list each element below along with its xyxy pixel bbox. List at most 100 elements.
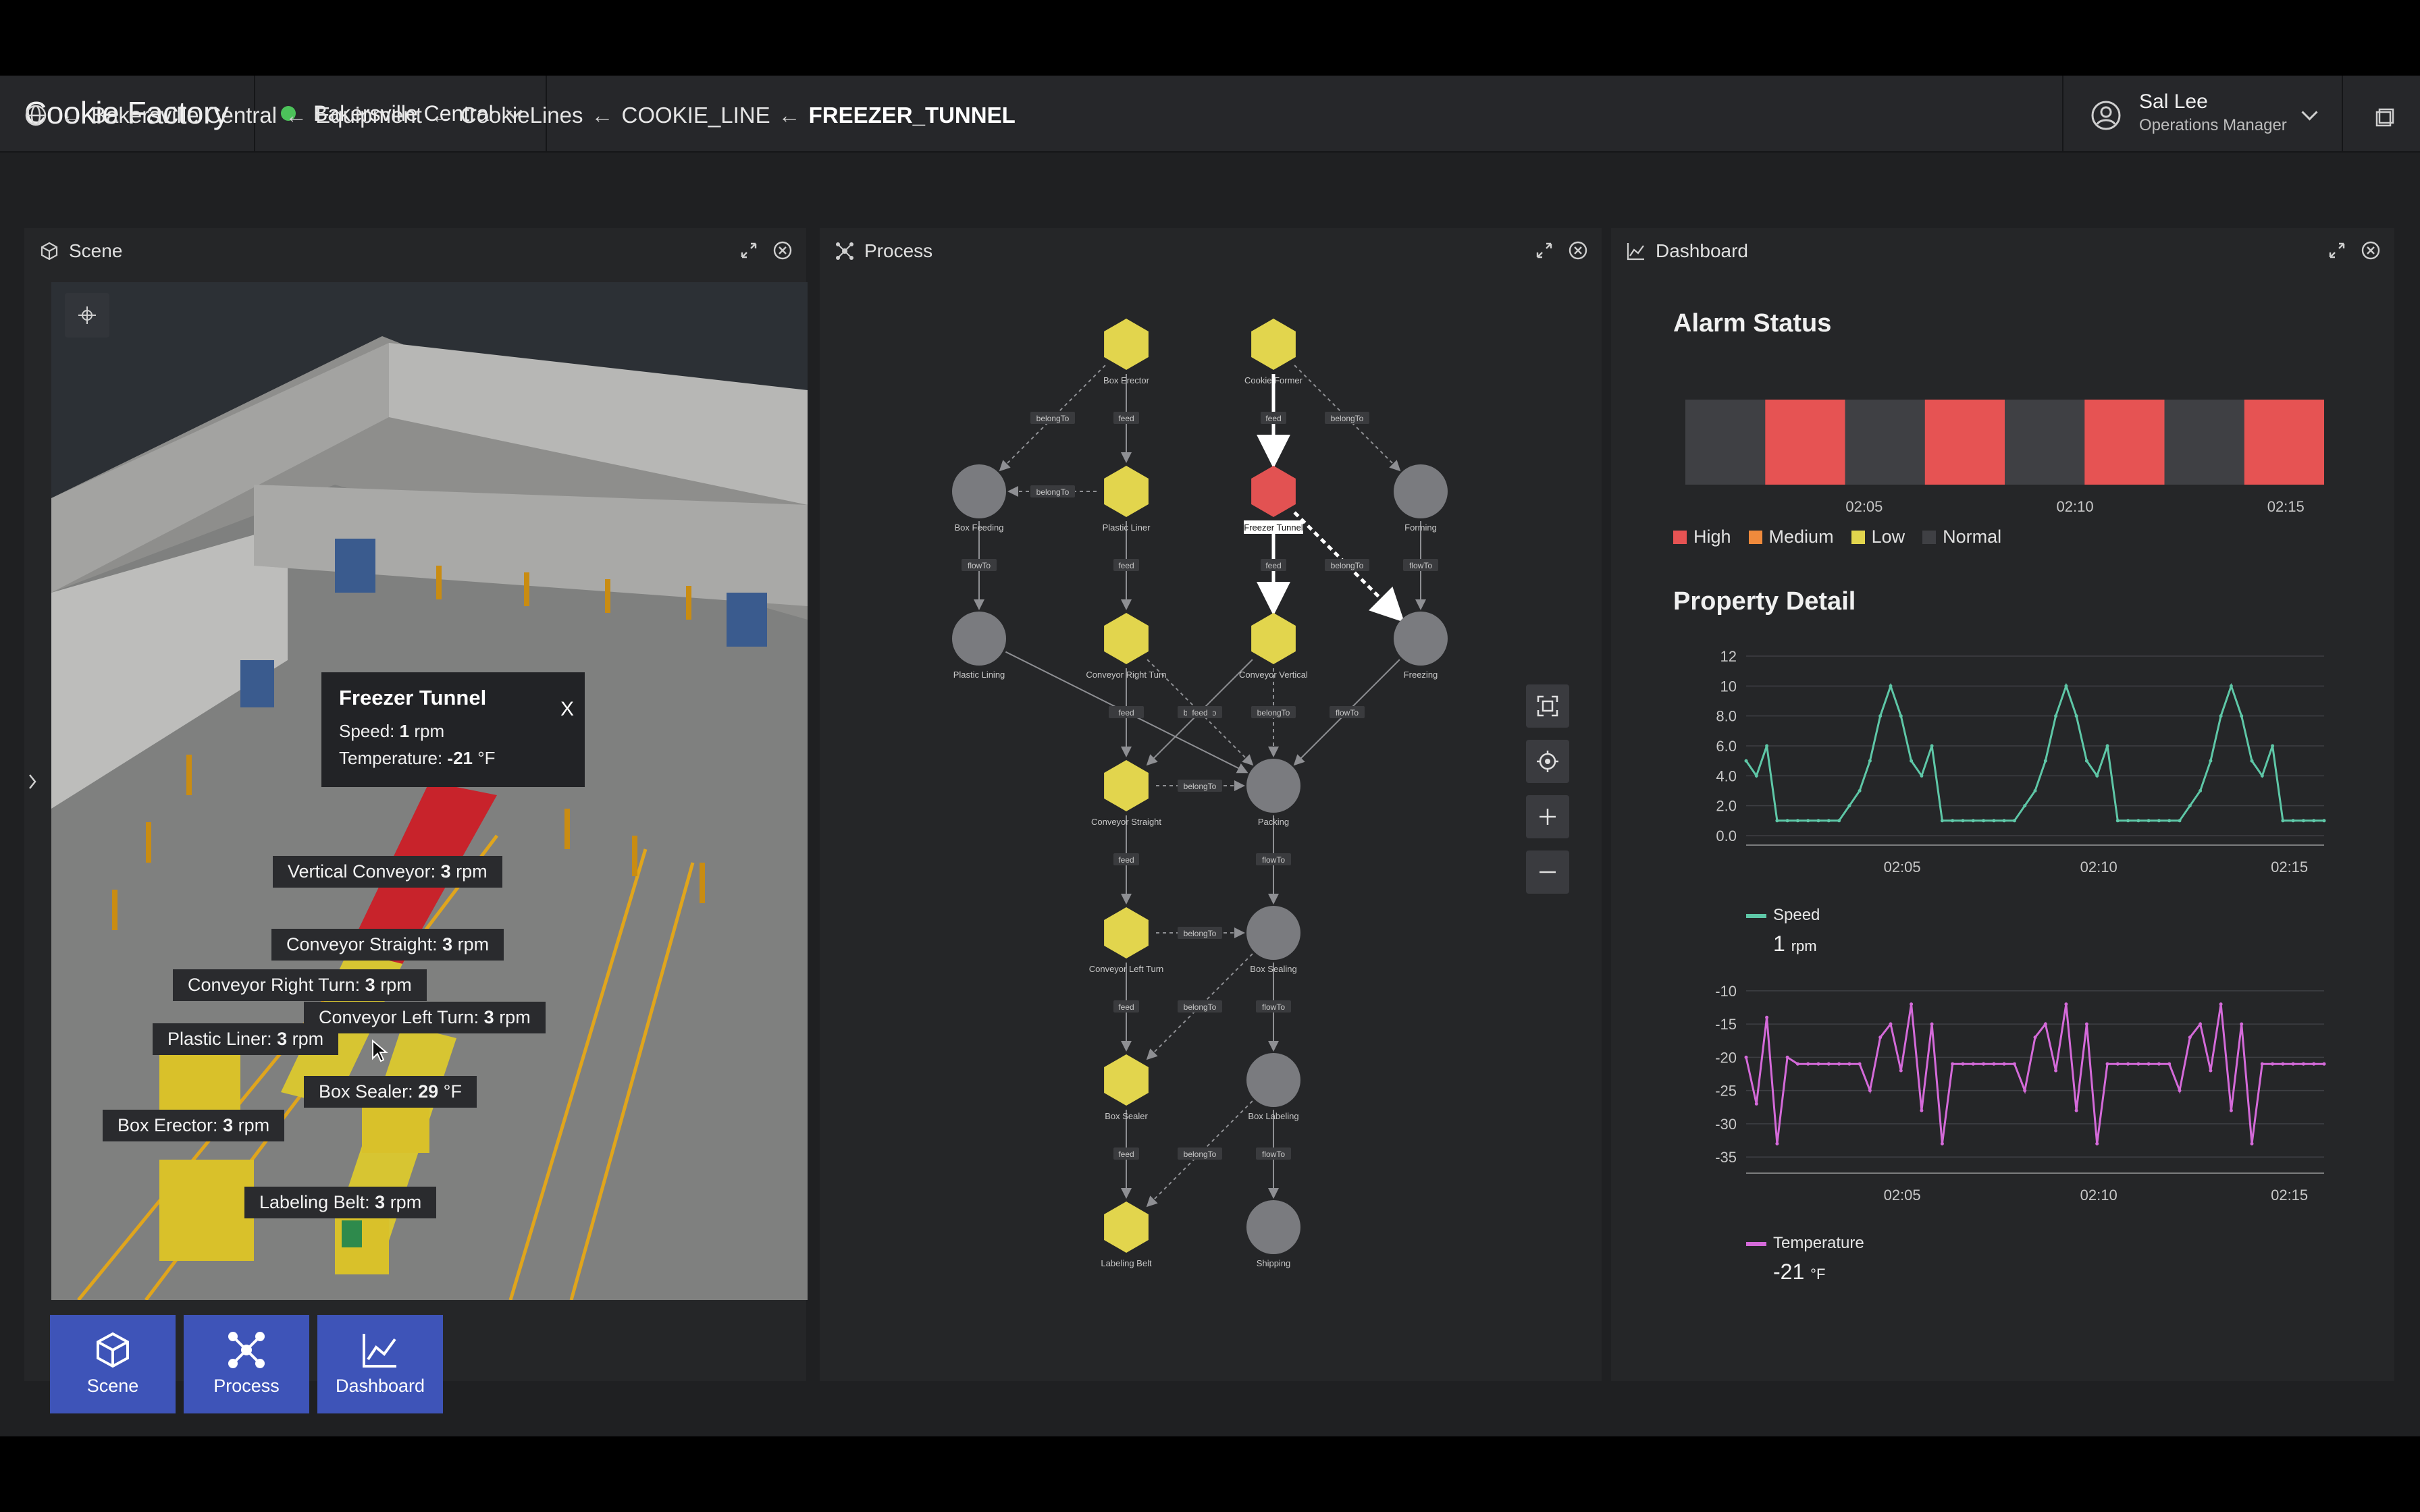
minus-icon [1540, 871, 1556, 873]
process-node-shipping [1246, 1200, 1300, 1254]
breadcrumb-separator: ← [591, 103, 614, 128]
process-node-box-feeding [952, 464, 1006, 518]
temperature-chart[interactable]: -10 -15 -20 -25 -30 -35 02:05 02:10 02:15 [1672, 971, 2347, 1214]
data-point [2301, 1062, 2305, 1066]
breadcrumb-item[interactable]: COOKIE_LINE [622, 103, 770, 128]
scene-tag[interactable]: Plastic Liner: 3 rpm [153, 1023, 339, 1055]
data-point [1940, 819, 1944, 823]
data-point [2084, 1022, 2088, 1026]
expand-icon[interactable] [739, 240, 759, 261]
data-point [2074, 714, 2078, 718]
scene-tag[interactable]: Labeling Belt: 3 rpm [244, 1187, 437, 1218]
scene-tag[interactable]: Conveyor Left Turn: 3 rpm [304, 1002, 546, 1033]
tag-label: Plastic Liner: [167, 1029, 272, 1049]
dashboard-panel: Dashboard Alarm Status 02:05 02:10 02:15 H… [1611, 228, 2394, 1381]
data-point [1785, 819, 1789, 823]
breadcrumb-item[interactable]: CookieLines [461, 103, 583, 128]
chevron-right-icon[interactable] [28, 774, 36, 790]
data-point [2126, 1062, 2130, 1066]
data-point [1868, 759, 1872, 763]
process-node-box-labeling [1246, 1053, 1300, 1107]
scene-viewport[interactable]: Freezer Tunnel X Speed: 1 rpm Temperatur… [51, 282, 808, 1300]
panel-title: Dashboard [1656, 240, 1748, 261]
scene-tag[interactable]: Vertical Conveyor: 3 rpm [273, 856, 502, 888]
data-point [2229, 1108, 2233, 1112]
nav-dashboard-button[interactable]: Dashboard [317, 1315, 443, 1413]
data-point [2167, 1062, 2172, 1066]
nav-label: Dashboard [335, 1376, 425, 1396]
tag-value: 3 [375, 1192, 386, 1212]
node-label: Packing [1258, 817, 1289, 827]
user-menu[interactable]: Sal Lee Operations Manager [2062, 76, 2343, 151]
data-point [1806, 819, 1810, 823]
scene-tag[interactable]: Box Erector: 3 rpm [103, 1110, 285, 1141]
node-label: Box Sealing [1250, 964, 1296, 974]
network-icon [836, 242, 853, 260]
process-node-box-erector [1104, 319, 1149, 370]
close-icon[interactable] [1568, 240, 1588, 261]
tag-value: 3 [223, 1115, 234, 1135]
popup-close-button[interactable]: X [560, 698, 574, 721]
data-point [2322, 819, 2326, 823]
data-point [2074, 1108, 2078, 1112]
globe-icon[interactable] [24, 104, 47, 127]
data-point [1816, 1062, 1820, 1066]
data-point [2115, 819, 2120, 823]
close-icon[interactable] [772, 240, 793, 261]
scene-tag[interactable]: Box Sealer: 29 °F [304, 1076, 477, 1108]
data-point [1744, 1055, 1748, 1059]
process-node-labeling-belt [1104, 1202, 1149, 1253]
speed-metric-value: 1 rpm [1773, 932, 1817, 956]
crosshair-icon [78, 306, 96, 324]
process-graph[interactable]: belongTo feed feed belongTo flowTo belongTo fe… [820, 274, 1602, 1368]
recenter-button[interactable] [1526, 740, 1569, 783]
edge-label: feed [1118, 414, 1134, 423]
data-point [1837, 819, 1841, 823]
zoom-out-button[interactable] [1526, 850, 1569, 894]
tag-unit: rpm [238, 1115, 270, 1135]
process-node-packing [1246, 759, 1300, 813]
speed-chart[interactable]: 0.0 2.0 4.0 6.0 8.0 10 12 02:05 02:10 02:15 [1672, 643, 2347, 886]
data-point [2043, 759, 2047, 763]
alarm-tick-label: 02:15 [2267, 498, 2305, 515]
popup-temperature: Temperature: -21 °F [339, 748, 496, 769]
zoom-in-button[interactable] [1526, 795, 1569, 838]
legend-item: Medium [1748, 526, 1834, 547]
data-point [2084, 759, 2088, 763]
recenter-button[interactable] [65, 293, 109, 338]
breadcrumb-item[interactable]: Bakersville Central [91, 103, 277, 128]
breadcrumb-item[interactable]: Equipment [315, 103, 422, 128]
popup-temp-value: -21 [447, 748, 473, 768]
expand-icon[interactable] [2327, 240, 2347, 261]
node-label: Shipping [1257, 1258, 1291, 1268]
process-node-box-sealing [1246, 906, 1300, 960]
tag-label: Vertical Conveyor: [288, 861, 436, 882]
nav-process-button[interactable]: Process [184, 1315, 309, 1413]
legend-item: Normal [1922, 526, 2001, 547]
y-tick-label: 12 [1720, 648, 1737, 665]
breadcrumb-separator: ← [285, 103, 308, 128]
alarm-tick-label: 02:10 [2057, 498, 2094, 515]
alarm-status-chart[interactable]: 02:05 02:10 02:15 [1672, 393, 2347, 528]
data-point [2312, 819, 2316, 823]
edge-label: flowTo [1262, 1150, 1285, 1159]
data-point [2219, 714, 2223, 718]
tag-value: 3 [483, 1007, 494, 1027]
scene-tag[interactable]: Conveyor Right Turn: 3 rpm [173, 969, 427, 1001]
edge-label: belongTo [1331, 414, 1364, 423]
cube-icon [97, 1332, 129, 1368]
alarm-segment [1765, 400, 1845, 485]
network-icon [228, 1332, 265, 1368]
expand-icon[interactable] [1534, 240, 1554, 261]
temperature-legend-swatch [1746, 1242, 1766, 1246]
nav-scene-button[interactable]: Scene [50, 1315, 176, 1413]
close-icon[interactable] [2361, 240, 2381, 261]
data-point [1930, 1022, 1934, 1026]
temperature-unit: °F [1810, 1266, 1826, 1282]
fit-view-button[interactable] [1526, 684, 1569, 728]
layout-icon[interactable] [2373, 105, 2397, 130]
alarm-status-title: Alarm Status [1673, 309, 1832, 338]
data-point [2281, 819, 2285, 823]
scene-tag[interactable]: Conveyor Straight: 3 rpm [271, 929, 504, 961]
y-tick-label: -35 [1715, 1149, 1737, 1166]
